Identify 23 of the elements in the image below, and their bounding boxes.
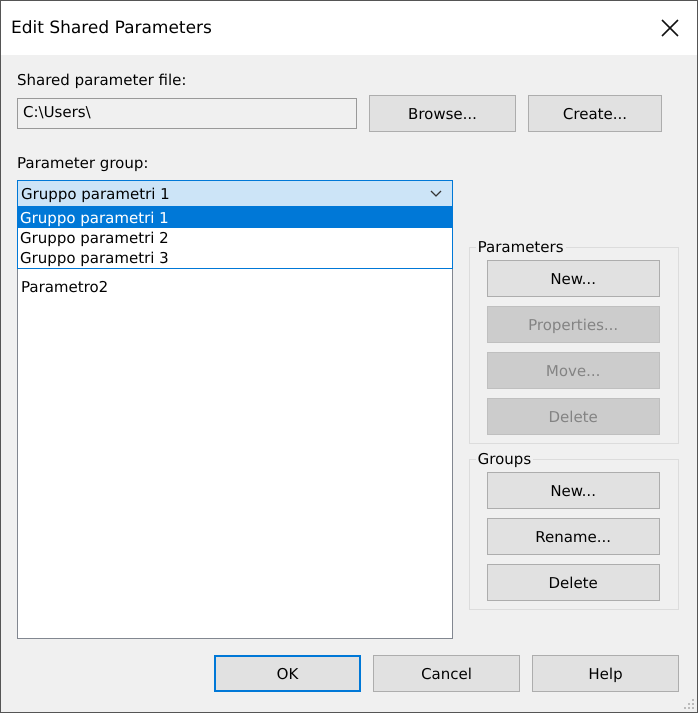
field-label: Parameter group: bbox=[17, 154, 148, 172]
dropdown-option[interactable]: Gruppo parametri 1 bbox=[18, 208, 452, 228]
window-title: Edit Shared Parameters bbox=[11, 18, 212, 38]
group-dropdown[interactable]: Gruppo parametri 1 bbox=[17, 180, 453, 207]
file-path-field[interactable]: C:\Users\ bbox=[17, 98, 357, 129]
dialog-button[interactable]: New... bbox=[486, 260, 660, 297]
dialog-button[interactable]: Cancel bbox=[373, 655, 520, 692]
group-title: Groups bbox=[476, 450, 532, 468]
dropdown-option[interactable]: Gruppo parametri 2 bbox=[18, 228, 452, 248]
group-title: Parameters bbox=[476, 238, 565, 256]
chevron-icon bbox=[430, 190, 442, 198]
resize-grip-icon[interactable] bbox=[684, 699, 694, 709]
close-icon[interactable] bbox=[661, 19, 679, 37]
dialog-button[interactable]: OK bbox=[214, 655, 361, 692]
dialog-button[interactable]: Create... bbox=[528, 95, 662, 132]
dialog-button[interactable]: New... bbox=[486, 472, 660, 509]
dialog-button[interactable]: Browse... bbox=[369, 95, 516, 132]
dialog-button[interactable]: Rename... bbox=[486, 518, 660, 555]
list-item[interactable]: Parametro2 bbox=[21, 278, 452, 296]
dialog-button[interactable]: Help bbox=[532, 655, 679, 692]
dialog-button[interactable]: Delete bbox=[486, 564, 660, 601]
dropdown-option[interactable]: Gruppo parametri 3 bbox=[18, 248, 452, 268]
field-label: Shared parameter file: bbox=[17, 71, 186, 89]
